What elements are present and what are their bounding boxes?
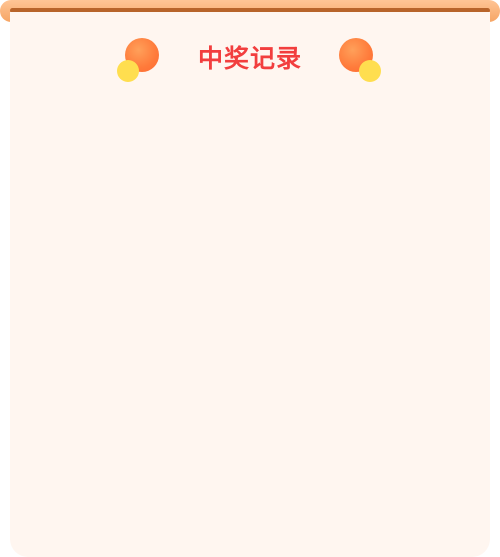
records-list	[10, 102, 490, 542]
right-balls-icon	[339, 38, 409, 88]
right-yellow-ball-icon	[359, 60, 381, 82]
records-title: 中奖记录	[197, 44, 302, 73]
prize-records-dialog: 中奖记录	[0, 0, 500, 557]
records-panel: 中奖记录	[10, 12, 490, 557]
records-header: 中奖记录	[10, 12, 490, 102]
